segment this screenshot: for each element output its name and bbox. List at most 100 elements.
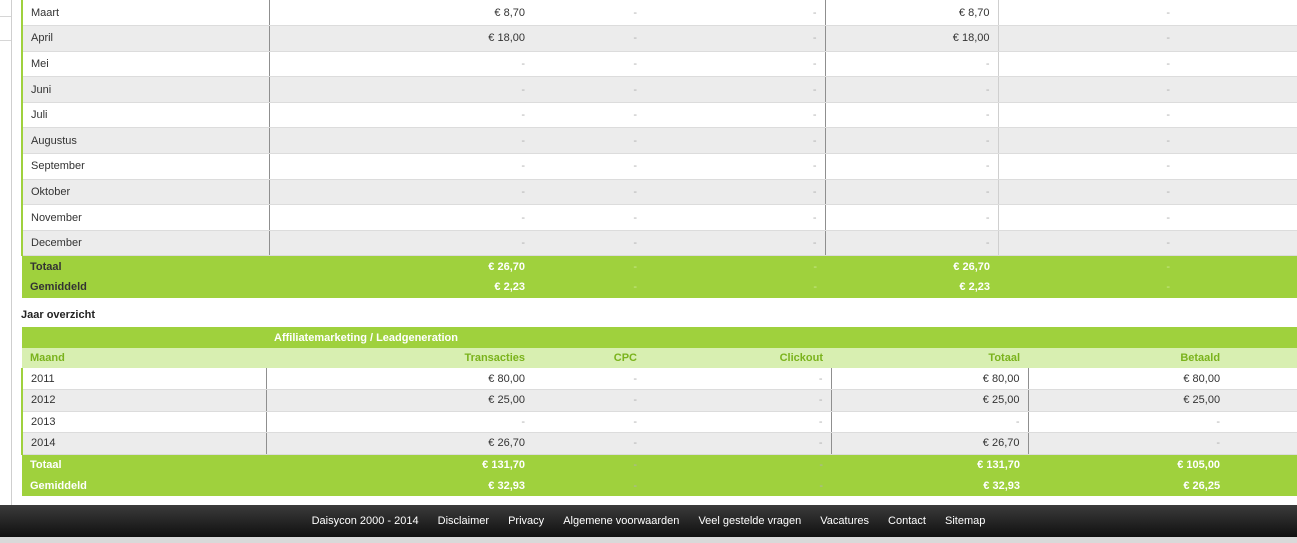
clickout-cell: - [645, 411, 832, 433]
footer-bottom-bar [0, 537, 1297, 543]
totaal-cell: € 32,93 [831, 475, 1028, 496]
clickout-cell: - [645, 179, 826, 206]
transacties-cell: € 2,23 [269, 276, 533, 298]
table-row: Maart € 8,70- - € 8,70- [21, 0, 1297, 27]
footer-link-privacy[interactable]: Privacy [508, 505, 544, 537]
betaald-cell: - [998, 179, 1297, 206]
footer-link-algemene-voorwaarden[interactable]: Algemene voorwaarden [563, 505, 679, 537]
totaal-label: Totaal [22, 255, 269, 277]
cpc-cell: - [533, 276, 645, 298]
footer-copyright: Daisycon 2000 - 2014 [311, 515, 419, 527]
betaald-cell: - [998, 153, 1297, 180]
monthly-table: Maart € 8,70- - € 8,70- April € 18,00- - € 18,0… [21, 0, 1297, 298]
clickout-cell: - [645, 432, 832, 455]
clickout-cell: - [645, 255, 825, 277]
totaal-cell: € 8,70 [825, 0, 999, 27]
cpc-cell: - [533, 368, 645, 390]
transacties-cell: € 18,00 [269, 25, 533, 52]
col-header-totaal[interactable]: Totaal [831, 348, 1028, 368]
clickout-cell: - [645, 475, 831, 496]
gemiddeld-row: Gemiddeld € 2,23- - € 2,23- [22, 276, 1297, 298]
clickout-cell: - [645, 454, 831, 475]
footer-link-sitemap[interactable]: Sitemap [945, 505, 985, 537]
betaald-cell: - [998, 76, 1297, 103]
betaald-cell: - [998, 230, 1297, 257]
footer-link-faq[interactable]: Veel gestelde vragen [698, 505, 801, 537]
month-cell: April [21, 25, 270, 52]
group-header-spacer [22, 327, 266, 348]
transacties-cell: € 26,70 [269, 255, 533, 277]
month-cell: September [21, 153, 270, 180]
cpc-cell: - [533, 76, 645, 103]
transacties-cell: - [269, 230, 533, 257]
year-cell: 2011 [21, 368, 267, 390]
clickout-cell: - [645, 102, 826, 129]
month-cell: Augustus [21, 127, 270, 155]
table-row: Juni - - - - - [21, 76, 1297, 103]
clickout-cell: - [645, 204, 826, 231]
totaal-cell: - [825, 204, 999, 231]
cpc-cell: - [533, 204, 645, 231]
totaal-cell: € 26,70 [831, 432, 1029, 455]
transacties-cell: - [269, 153, 533, 180]
page-border [11, 0, 12, 505]
totaal-cell: - [825, 102, 999, 129]
year-cell: 2013 [21, 411, 267, 433]
totaal-row: Totaal € 131,70- - € 131,70 € 105,00 [22, 454, 1297, 475]
totaal-cell: € 80,00 [831, 368, 1029, 390]
group-header-row: Affiliatemarketing / Leadgeneration [22, 327, 1297, 348]
cpc-cell: - [533, 153, 645, 180]
footer-link-disclaimer[interactable]: Disclaimer [438, 505, 489, 537]
footer-link-contact[interactable]: Contact [888, 505, 926, 537]
col-header-maand[interactable]: Maand [22, 348, 266, 368]
betaald-cell: € 80,00 [1028, 368, 1297, 390]
cpc-cell: - [533, 454, 645, 475]
month-cell: November [21, 204, 270, 231]
col-header-betaald[interactable]: Betaald [1028, 348, 1297, 368]
table-row: April € 18,00- - € 18,00- [21, 25, 1297, 52]
transacties-cell: - [266, 411, 533, 433]
totaal-cell: € 25,00 [831, 389, 1029, 412]
transacties-cell: - [269, 102, 533, 129]
month-cell: Juni [21, 76, 270, 103]
clickout-cell: - [645, 51, 826, 78]
transacties-cell: - [269, 51, 533, 78]
col-header-clickout[interactable]: Clickout [645, 348, 831, 368]
betaald-cell: € 105,00 [1028, 454, 1297, 475]
footer-link-vacatures[interactable]: Vacatures [820, 505, 869, 537]
cpc-cell: - [533, 230, 645, 257]
transacties-cell: € 26,70 [266, 432, 533, 455]
cpc-cell: - [533, 255, 645, 277]
table-row: 2011 € 80,00- - € 80,00 € 80,00 [21, 368, 1297, 390]
cpc-cell: - [533, 127, 645, 155]
table-row: 2012 € 25,00- - € 25,00 € 25,00 [21, 389, 1297, 412]
clickout-cell: - [645, 0, 826, 27]
cpc-cell: - [533, 25, 645, 52]
month-cell: Oktober [21, 179, 270, 206]
clickout-cell: - [645, 389, 832, 412]
monthly-overview: Maart € 8,70- - € 8,70- April € 18,00- - € 18,0… [21, 0, 1297, 298]
betaald-cell: - [998, 102, 1297, 129]
cpc-cell: - [533, 0, 645, 27]
betaald-cell: - [998, 0, 1297, 27]
betaald-cell: € 25,00 [1028, 389, 1297, 412]
totaal-cell: € 18,00 [825, 25, 999, 52]
betaald-cell: - [998, 255, 1297, 277]
cpc-cell: - [533, 179, 645, 206]
transacties-cell: - [269, 204, 533, 231]
table-row: November - - - - - [21, 204, 1297, 231]
col-header-transacties[interactable]: Transacties [266, 348, 533, 368]
cpc-cell: - [533, 389, 645, 412]
table-row: Oktober - - - - - [21, 179, 1297, 206]
totaal-cell: - [831, 411, 1029, 433]
table-row: Augustus - - - - - [21, 127, 1297, 155]
month-cell: Maart [21, 0, 270, 27]
col-header-cpc[interactable]: CPC [533, 348, 645, 368]
betaald-cell: - [998, 204, 1297, 231]
totaal-cell: - [825, 153, 999, 180]
month-cell: Juli [21, 102, 270, 129]
gemiddeld-label: Gemiddeld [22, 276, 269, 298]
transacties-cell: € 8,70 [269, 0, 533, 27]
betaald-cell: € 26,25 [1028, 475, 1297, 496]
totaal-cell: € 2,23 [825, 276, 998, 298]
